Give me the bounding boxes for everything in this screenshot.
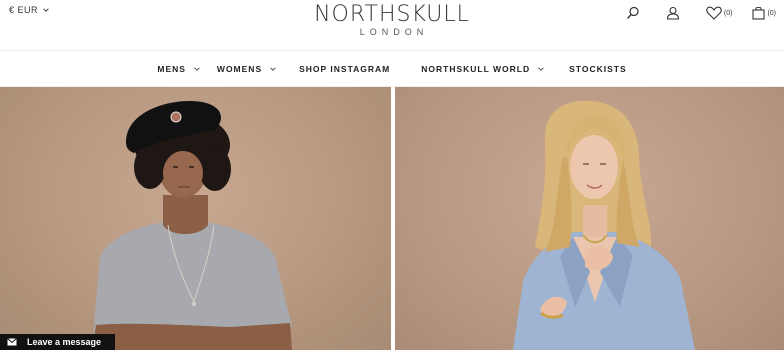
cart-count: (0) (767, 9, 776, 17)
nav-item-label: WOMENS (216, 63, 263, 74)
leave-message-button[interactable]: Leave a message (0, 334, 115, 350)
header-icons: (0) (0) (626, 6, 776, 20)
nav-item-womens[interactable]: WOMENS (217, 64, 277, 74)
nav-item-label: NORTHSKULL WORLD (421, 63, 531, 74)
model-womens-photo (513, 100, 695, 350)
main-nav: MENS WOMENS SHOP INSTAGRAM NORTHSKULL WO… (0, 50, 784, 87)
nav-item-stockists[interactable]: STOCKISTS (569, 64, 627, 74)
user-icon (666, 6, 679, 20)
nav-item-label: STOCKISTS (569, 63, 627, 74)
envelope-icon (7, 338, 17, 346)
wishlist-count: (0) (723, 9, 733, 17)
nav-item-label: SHOP INSTAGRAM (299, 63, 391, 74)
hero-image-womens[interactable] (395, 87, 784, 350)
top-bar: € EUR NORTHSKULL LONDON (0) (0) (0, 0, 784, 50)
leave-message-label: Leave a message (27, 337, 102, 347)
chevron-down-icon (270, 66, 276, 71)
bag-icon (752, 6, 765, 20)
hero-image-mens[interactable] (0, 87, 391, 350)
logo-subtitle: LONDON (359, 27, 429, 37)
nav-item-northskull-world[interactable]: NORTHSKULL WORLD (421, 64, 545, 74)
nav-item-shop-instagram[interactable]: SHOP INSTAGRAM (299, 64, 390, 74)
search-button[interactable] (626, 6, 640, 20)
model-mens-photo (92, 101, 292, 350)
nav-item-mens[interactable]: MENS (157, 64, 201, 74)
chevron-down-icon (194, 66, 200, 71)
chevron-down-icon (538, 66, 544, 71)
nav-item-label: MENS (157, 63, 186, 74)
search-icon (626, 6, 639, 19)
wishlist-button[interactable]: (0) (706, 6, 733, 20)
cart-button[interactable]: (0) (752, 6, 776, 20)
heart-icon (706, 6, 722, 20)
account-button[interactable] (666, 6, 680, 20)
